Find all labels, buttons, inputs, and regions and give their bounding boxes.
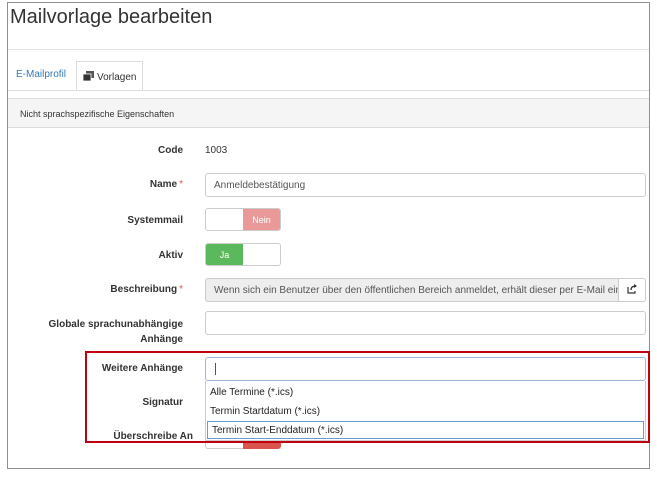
ueberschreibe-label: Überschreibe An: [113, 431, 193, 442]
name-input[interactable]: Anmeldebestätigung: [205, 173, 646, 197]
tab-vorlagen[interactable]: Vorlagen: [76, 61, 143, 91]
panel-heading: Nicht sprachspezifische Eigenschaften: [8, 98, 649, 128]
name-label-text: Name: [149, 179, 178, 190]
dropdown-option[interactable]: Termin Startdatum (*.ics): [206, 403, 645, 421]
aktiv-label: Aktiv: [158, 250, 183, 261]
toggle-ja: Ja: [206, 244, 243, 265]
tabs-divider: [8, 90, 649, 91]
dropdown-option[interactable]: Alle Termine (*.ics): [206, 384, 645, 402]
signatur-label: Signatur: [142, 397, 183, 408]
beschreibung-label-text: Beschreibung: [110, 284, 178, 295]
name-label: Name *: [150, 179, 183, 190]
globale-label: Globale sprachunabhängige Anhänge: [48, 319, 183, 345]
weitere-anhaenge-input[interactable]: [205, 357, 646, 381]
required-marker: *: [179, 179, 183, 190]
globale-anhaenge-input[interactable]: [205, 311, 646, 335]
toggle-nein: Nein: [243, 209, 280, 230]
app-frame: Mailvorlage bearbeiten E-Mailprofil Vorl…: [7, 2, 650, 469]
page-title: Mailvorlage bearbeiten: [10, 6, 213, 28]
systemmail-label: Systemmail: [127, 215, 183, 226]
copy-icon: [82, 71, 94, 84]
tab-emailprofil[interactable]: E-Mailprofil: [16, 65, 66, 84]
share-icon: [626, 281, 638, 299]
required-marker: *: [179, 284, 183, 295]
title-divider: [8, 49, 649, 50]
text-caret: [215, 363, 216, 375]
ueberschreibe-toggle-left[interactable]: [205, 443, 243, 449]
tab-vorlagen-label: Vorlagen: [97, 72, 137, 83]
systemmail-toggle[interactable]: Nein: [205, 208, 281, 231]
toggle-empty-half: [243, 244, 280, 265]
aktiv-toggle[interactable]: Ja: [205, 243, 281, 266]
beschreibung-edit-button[interactable]: [618, 278, 646, 302]
beschreibung-input[interactable]: Wenn sich ein Benutzer über den öffentli…: [205, 278, 619, 302]
dropdown-option-selected[interactable]: Termin Start-Enddatum (*.ics): [207, 421, 644, 439]
ueberschreibe-toggle-right[interactable]: [243, 443, 281, 449]
beschreibung-label: Beschreibung *: [110, 284, 183, 295]
code-label: Code: [158, 145, 183, 156]
toggle-empty-half: [206, 209, 243, 230]
weitere-anhaenge-label: Weitere Anhänge: [101, 363, 183, 374]
code-value: 1003: [205, 145, 228, 156]
weitere-anhaenge-dropdown: Alle Termine (*.ics) Termin Startdatum (…: [205, 381, 646, 441]
